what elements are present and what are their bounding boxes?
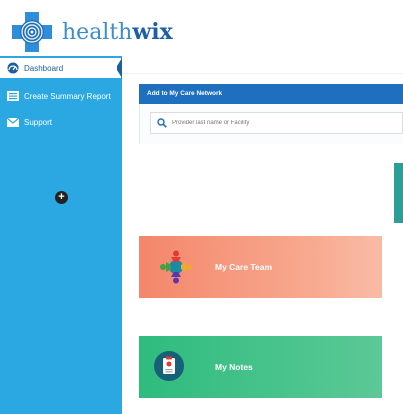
my-care-team-label: My Care Team xyxy=(215,262,273,272)
sidebar-item-label: Dashboard xyxy=(24,63,64,73)
sidebar-item-label: Create Summary Report xyxy=(24,91,111,101)
sidebar-item-label: Support xyxy=(24,117,53,127)
sidebar-item-dashboard[interactable]: Dashboard xyxy=(0,58,122,78)
accent-bar xyxy=(394,163,403,223)
notes-clipboard-icon xyxy=(154,351,184,381)
care-network-panel-title: Add to My Care Network xyxy=(139,84,403,104)
care-team-people-icon xyxy=(160,250,192,284)
envelope-icon xyxy=(6,117,20,127)
sidebar: Dashboard Create Summary Report Support … xyxy=(0,56,122,414)
active-tab-notch xyxy=(117,58,122,78)
care-network-search[interactable] xyxy=(150,112,403,134)
add-plus-icon[interactable]: + xyxy=(55,191,68,204)
search-icon xyxy=(157,118,167,128)
top-bar: healthwix xyxy=(0,0,403,56)
my-notes-card[interactable]: My Notes xyxy=(139,336,382,398)
healthwix-logo-icon[interactable] xyxy=(10,10,54,54)
brand-name[interactable]: healthwix xyxy=(62,19,173,46)
content-header-strip xyxy=(122,56,403,74)
sidebar-item-support[interactable]: Support xyxy=(0,112,122,132)
brand-name-part2: wix xyxy=(132,19,173,45)
report-icon xyxy=(7,91,19,101)
my-notes-label: My Notes xyxy=(215,362,253,372)
sidebar-item-create-summary-report[interactable]: Create Summary Report xyxy=(0,86,122,106)
provider-search-input[interactable] xyxy=(172,120,372,126)
brand-name-part1: health xyxy=(62,20,133,45)
dashboard-gauge-icon xyxy=(7,62,19,74)
my-care-team-card[interactable]: My Care Team xyxy=(139,236,382,298)
